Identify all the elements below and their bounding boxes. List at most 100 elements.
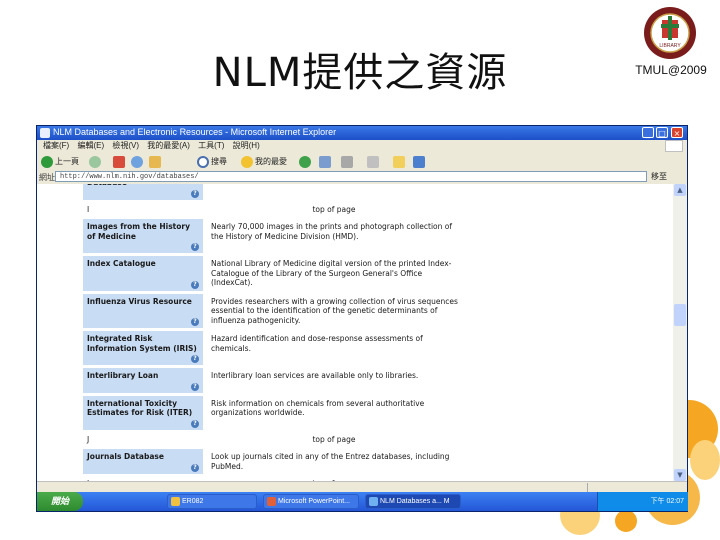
top-of-page-link[interactable]: top of page [203,203,465,217]
help-icon[interactable]: ? [191,464,199,472]
database-name-cell: Interlibrary Loan? [83,368,203,393]
database-link[interactable]: International Toxicity Estimates for Ris… [87,399,192,418]
history-icon [299,155,311,168]
database-link[interactable]: Journals Database [87,452,164,461]
decor-circle-small [690,440,720,480]
database-table: Database?Itop of pageImages from the His… [83,184,465,481]
go-button[interactable]: 移至 [651,171,667,182]
decor-circle-tiny [615,510,637,532]
help-icon[interactable]: ? [191,382,199,391]
database-link[interactable]: Influenza Virus Resource [87,297,192,306]
database-description: Look up journals cited in any of the Ent… [211,452,450,471]
database-name-cell: Database? [83,184,203,200]
home-button[interactable] [149,154,163,169]
database-description: National Library of Medicine digital ver… [211,259,452,287]
database-link[interactable]: Integrated Risk Information System (IRIS… [87,334,197,353]
table-row: Images from the History of Medicine? Near… [83,219,465,253]
mail-button[interactable] [319,154,333,169]
menu-tools[interactable]: 工具(T) [198,141,224,150]
help-icon[interactable]: ? [191,355,199,363]
top-of-page-link[interactable]: top of page [203,433,465,447]
university-logo: LIBRARY [644,7,696,59]
scroll-up-arrow-icon[interactable]: ▲ [674,184,686,196]
database-name-cell: Journals Database? [83,449,203,474]
table-row: Database? [83,184,465,200]
windows-logo-icon [665,140,683,152]
database-name-cell: Influenza Virus Resource? [83,293,203,328]
menu-favorites[interactable]: 我的最愛(A) [147,141,190,150]
stop-icon [113,155,125,168]
vertical-scrollbar[interactable]: ▲ ▼ [673,184,687,481]
help-icon[interactable]: ? [191,189,199,198]
star-icon [241,155,253,168]
messenger-icon [413,155,425,168]
help-icon[interactable]: ? [191,280,199,289]
edit-button[interactable] [367,154,381,169]
messenger-button[interactable] [413,154,427,169]
mail-icon [319,155,331,168]
home-icon [149,155,161,168]
toolbar: 上一頁 搜尋 我的最愛 [37,152,687,171]
help-icon[interactable]: ? [191,419,199,428]
logo-caption: TMUL@2009 [635,63,707,77]
database-name-cell: Index Catalogue? [83,256,203,291]
menu-view[interactable]: 檢視(V) [112,141,139,150]
refresh-button[interactable] [131,154,145,169]
forward-arrow-icon [89,155,101,168]
print-button[interactable] [341,154,355,169]
stop-button[interactable] [113,154,127,169]
database-link[interactable]: Images from the History of Medicine [87,222,190,241]
favorites-button[interactable]: 我的最愛 [241,154,287,169]
system-tray: 下午 02:07 [597,492,688,511]
address-bar: 網址(D) http://www.nlm.nih.gov/databases/ … [37,171,687,183]
printer-icon [341,155,353,168]
refresh-icon [131,155,143,168]
database-name-cell: Images from the History of Medicine? [83,219,203,253]
database-description [203,184,465,200]
start-button[interactable]: 開始 [37,492,83,511]
favorites-label: 我的最愛 [255,157,287,166]
task-browser[interactable]: NLM Databases a... M [365,494,461,509]
database-description: Hazard identification and dose-response … [211,334,423,353]
search-button[interactable]: 搜尋 [197,154,227,169]
folder-button[interactable] [393,154,407,169]
database-link[interactable]: Index Catalogue [87,259,156,268]
browser-window: NLM Databases and Electronic Resources -… [36,125,688,512]
search-label: 搜尋 [211,157,227,166]
help-icon[interactable]: ? [191,318,199,326]
table-row: Integrated Risk Information System (IRIS… [83,331,465,365]
database-description: Provides researchers with a growing coll… [211,296,458,325]
scroll-down-arrow-icon[interactable]: ▼ [674,469,686,481]
folder-icon [393,155,405,168]
database-link[interactable]: Interlibrary Loan [87,371,158,380]
task-label: NLM Databases a... M [380,498,450,505]
scroll-thumb[interactable] [674,304,686,326]
folder-icon [171,497,180,506]
back-label: 上一頁 [55,157,79,166]
title-bar: NLM Databases and Electronic Resources -… [37,126,687,140]
powerpoint-icon [267,497,276,506]
task-er082[interactable]: ER082 [167,494,257,509]
status-zone [587,483,684,492]
clock: 下午 02:07 [650,498,684,505]
menu-help[interactable]: 說明(H) [233,141,260,150]
back-button[interactable]: 上一頁 [41,154,79,169]
table-row: Journals Database? Look up journals cited… [83,449,465,474]
menu-bar: 檔案(F) 編輯(E) 檢視(V) 我的最愛(A) 工具(T) 說明(H) [37,140,687,152]
table-row: International Toxicity Estimates for Ris… [83,395,465,430]
maximize-button[interactable]: □ [656,127,668,138]
menu-file[interactable]: 檔案(F) [43,141,69,150]
menu-edit[interactable]: 編輯(E) [77,141,104,150]
forward-button[interactable] [89,154,103,169]
ie-icon [40,128,50,138]
table-row: Index Catalogue? National Library of Medi… [83,256,465,291]
window-title: NLM Databases and Electronic Resources -… [53,127,337,137]
history-button[interactable] [299,154,313,169]
minimize-button[interactable]: _ [642,127,654,138]
address-input[interactable]: http://www.nlm.nih.gov/databases/ [55,171,647,182]
close-button[interactable]: × [671,127,683,138]
page-content: Database?Itop of pageImages from the His… [37,184,673,481]
task-powerpoint[interactable]: Microsoft PowerPoint... [263,494,359,509]
help-icon[interactable]: ? [191,243,199,251]
database-link[interactable]: Database [87,184,127,187]
